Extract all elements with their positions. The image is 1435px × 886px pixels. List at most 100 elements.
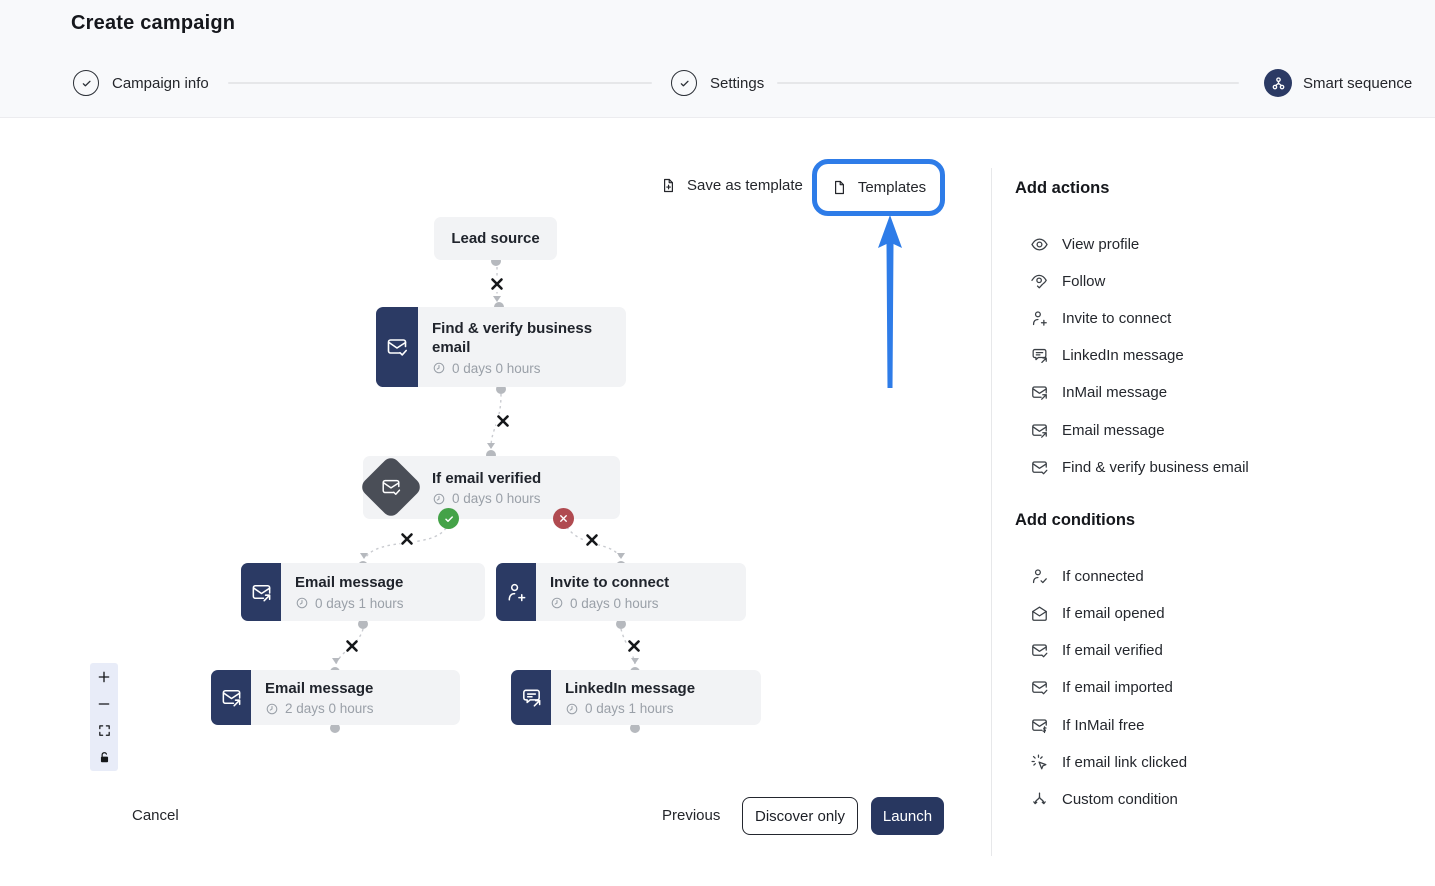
person-plus-icon [496,563,536,621]
flow-node-email-message-1[interactable]: Email message 0 days 1 hours [241,563,485,621]
envelope-check-icon [1030,458,1049,477]
check-circle-icon [73,70,99,96]
node-delay-text: 0 days 0 hours [452,361,541,376]
templates-button[interactable]: Templates [831,179,926,196]
flow-node-email-message-2[interactable]: Email message 2 days 0 hours [211,670,460,725]
eye-icon [1030,235,1049,254]
step-settings[interactable] [671,70,697,96]
branch-yes-icon [438,508,459,529]
clock-icon [295,596,309,610]
envelope-send-icon [211,670,251,725]
envelope-check-icon [1030,641,1049,660]
node-delay-text: 0 days 0 hours [570,596,659,611]
person-check-icon [1030,567,1049,586]
zoom-in-button[interactable] [90,663,118,690]
action-item-invite-to-connect[interactable]: Invite to connect [1030,300,1420,336]
node-delay-text: 0 days 1 hours [585,701,674,716]
fit-view-button[interactable] [90,717,118,744]
flow-node-if-email-verified[interactable]: If email verified 0 days 0 hours [363,456,620,519]
document-icon [831,179,848,196]
step-campaign-info-label[interactable]: Campaign info [112,75,209,92]
canvas-zoom-controls [90,663,118,771]
clock-icon [432,361,446,375]
node-title: Email message [295,573,404,593]
flow-node-find-verify-email[interactable]: Find & verify business email 0 days 0 ho… [376,307,626,387]
condition-item-if-email-link-clicked[interactable]: If email link clicked [1030,744,1420,780]
condition-item-if-email-imported[interactable]: If email imported [1030,669,1420,705]
launch-button[interactable]: Launch [871,797,944,835]
step-smart-sequence-label[interactable]: Smart sequence [1303,75,1412,92]
flow-node-invite-to-connect[interactable]: Invite to connect 0 days 0 hours [496,563,746,621]
node-title: If email verified [432,469,541,489]
add-actions-heading: Add actions [1015,179,1109,198]
flow-connectors [0,0,991,886]
condition-item-custom-condition[interactable]: Custom condition [1030,781,1420,817]
lock-button[interactable] [90,744,118,771]
cancel-button[interactable]: Cancel [132,807,179,824]
clock-icon [565,702,579,716]
save-as-template-label: Save as template [687,177,803,194]
flow-node-linkedin-message[interactable]: LinkedIn message 0 days 1 hours [511,670,761,725]
node-title: Find & verify business email [432,319,612,358]
condition-item-if-inmail-free[interactable]: If InMail free [1030,707,1420,743]
branch-split-icon [1030,790,1049,809]
save-as-template-button[interactable]: Save as template [660,177,803,194]
fullscreen-icon [97,723,112,738]
zoom-out-button[interactable] [90,690,118,717]
stepper-line [777,82,1239,84]
envelope-send-icon [1030,421,1049,440]
action-item-inmail-message[interactable]: InMail message [1030,374,1420,410]
envelope-open-icon [1030,604,1049,623]
previous-button[interactable]: Previous [662,807,720,824]
action-item-label: Invite to connect [1062,310,1171,327]
step-settings-label[interactable]: Settings [710,75,764,92]
sidebar-divider [991,168,992,856]
condition-item-label: If email link clicked [1062,754,1187,771]
action-item-linkedin-message[interactable]: LinkedIn message [1030,337,1420,373]
action-item-follow[interactable]: Follow [1030,263,1420,299]
condition-item-label: If email verified [1062,642,1163,659]
cursor-click-icon [1030,753,1049,772]
chat-send-icon [511,670,551,725]
stepper-line [228,82,652,84]
condition-item-if-email-opened[interactable]: If email opened [1030,595,1420,631]
condition-item-label: If email opened [1062,605,1165,622]
smart-sequence-icon [1264,69,1292,97]
action-item-label: InMail message [1062,384,1167,401]
add-conditions-heading: Add conditions [1015,511,1135,530]
lock-icon [97,750,112,765]
envelope-send-icon [241,563,281,621]
templates-highlight-annotation: Templates [812,159,945,216]
step-smart-sequence[interactable] [1264,69,1292,97]
clock-icon [550,596,564,610]
envelope-check-icon [1030,678,1049,697]
action-item-email-message[interactable]: Email message [1030,412,1420,448]
flow-node-lead-source[interactable]: Lead source [434,217,557,260]
node-delay-text: 0 days 1 hours [315,596,404,611]
node-title: Invite to connect [550,573,669,593]
condition-item-if-connected[interactable]: If connected [1030,558,1420,594]
action-item-label: LinkedIn message [1062,347,1184,364]
node-delay-text: 2 days 0 hours [285,701,374,716]
discover-only-button[interactable]: Discover only [742,797,858,835]
action-item-view-profile[interactable]: View profile [1030,226,1420,262]
action-item-label: Follow [1062,273,1105,290]
envelope-send-icon [1030,383,1049,402]
templates-label: Templates [858,179,926,196]
header: Create campaign Campaign info Settings S… [0,0,1435,118]
chat-send-icon [1030,346,1049,365]
document-plus-icon [660,177,677,194]
action-item-find-verify-email[interactable]: Find & verify business email [1030,449,1420,485]
action-item-label: View profile [1062,236,1139,253]
clock-icon [432,492,446,506]
clock-icon [265,702,279,716]
plus-icon [96,669,112,685]
annotation-arrow-up [874,214,906,392]
step-campaign-info[interactable] [73,70,99,96]
condition-item-if-email-verified[interactable]: If email verified [1030,632,1420,668]
condition-item-label: If email imported [1062,679,1173,696]
action-item-label: Email message [1062,422,1165,439]
lead-source-label: Lead source [451,230,539,247]
node-delay-text: 0 days 0 hours [452,491,541,506]
page-title: Create campaign [71,12,235,35]
